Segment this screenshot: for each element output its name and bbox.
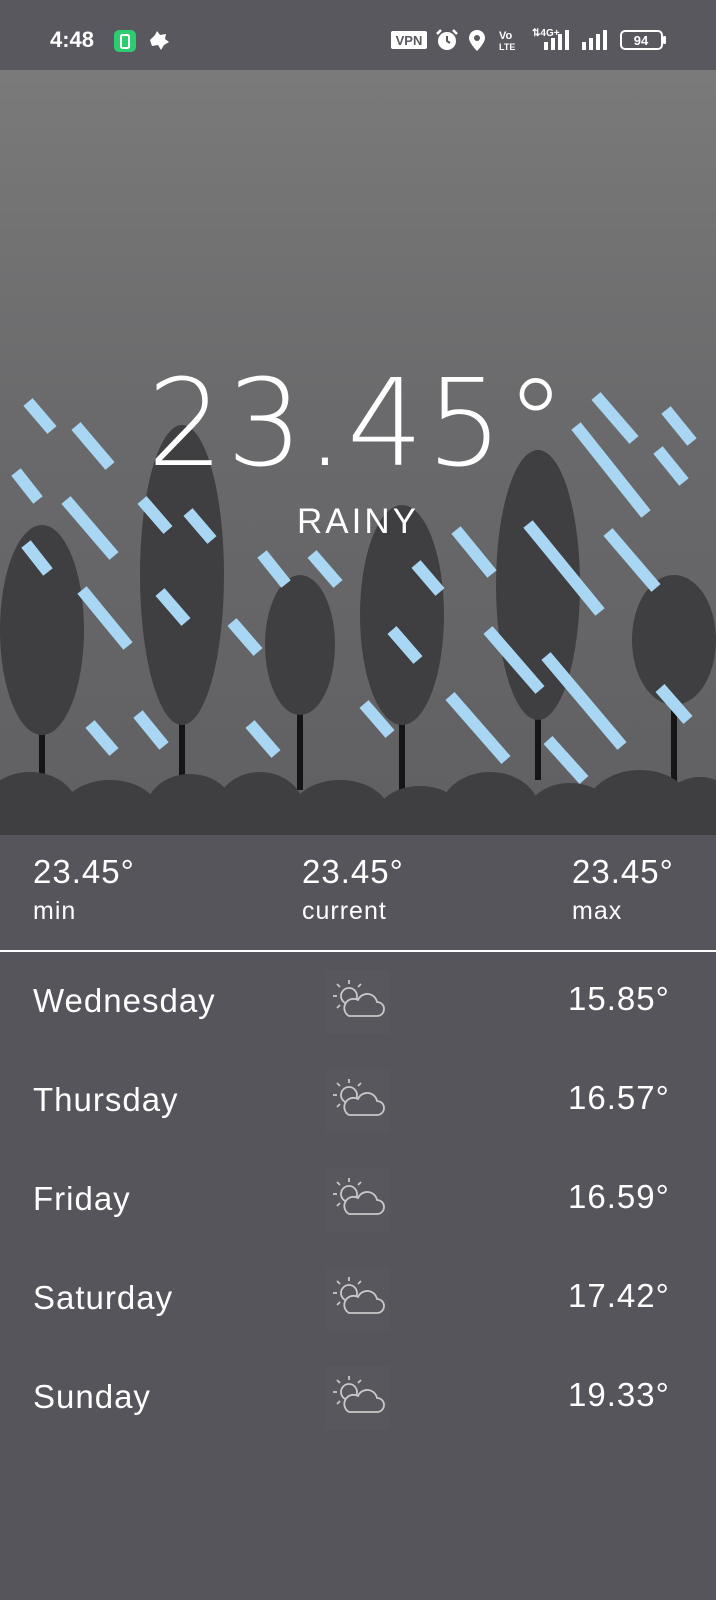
summary-max: 23.45° max — [572, 853, 674, 926]
summary-current: 23.45° current — [302, 853, 404, 926]
svg-text:⇅4G+: ⇅4G+ — [532, 28, 560, 39]
signal-4g-icon: ⇅4G+ — [532, 28, 569, 50]
current-label: current — [302, 897, 387, 925]
forecast-temperature: 17.42° — [568, 1277, 670, 1314]
forecast-temperature: 16.59° — [568, 1178, 670, 1215]
forecast-day: Friday — [33, 1180, 131, 1217]
forecast-row: Saturday 17.42° — [0, 1249, 716, 1348]
forecast-temperature: 16.57° — [568, 1079, 670, 1116]
current-temperature: 23.45° — [147, 355, 569, 494]
temperature-summary: 23.45° min 23.45° current 23.45° max — [0, 835, 716, 952]
forecast-day: Thursday — [33, 1081, 179, 1118]
status-bar: 4:48 VPN Vo LTE ⇅4G+ 94 — [0, 0, 716, 70]
status-time: 4:48 — [50, 27, 95, 52]
alarm-icon — [436, 29, 458, 50]
svg-text:LTE: LTE — [499, 42, 515, 52]
vpn-icon: VPN — [391, 31, 427, 49]
min-temperature: 23.45° — [33, 853, 135, 890]
forecast-row: Wednesday 15.85° — [0, 952, 716, 1051]
svg-text:VPN: VPN — [396, 33, 423, 48]
weather-condition: RAINY — [297, 502, 419, 541]
forecast-day: Sunday — [33, 1378, 151, 1415]
notification-icon — [150, 31, 169, 50]
volte-icon: Vo LTE — [499, 30, 515, 52]
svg-text:Vo: Vo — [499, 30, 513, 42]
weather-hero: 23.45° RAINY — [0, 70, 716, 835]
partly-cloudy-icon — [325, 1267, 389, 1331]
forecast-temperature: 15.85° — [568, 980, 670, 1017]
forecast-row: Friday 16.59° — [0, 1150, 716, 1249]
forecast-list: Wednesday 15.85° Thursday 16.57° Friday … — [0, 952, 716, 1447]
partly-cloudy-icon — [325, 970, 389, 1034]
forecast-day: Saturday — [33, 1279, 174, 1316]
summary-min: 23.45° min — [33, 853, 135, 926]
signal-icon — [582, 30, 607, 50]
partly-cloudy-icon — [325, 1069, 389, 1133]
forecast-row: Sunday 19.33° — [0, 1348, 716, 1447]
svg-text:94: 94 — [634, 33, 649, 48]
forecast-temperature: 19.33° — [568, 1376, 670, 1413]
max-temperature: 23.45° — [572, 853, 674, 890]
battery-icon: 94 — [620, 30, 666, 50]
current-temperature-small: 23.45° — [302, 853, 404, 890]
partly-cloudy-icon — [325, 1168, 389, 1232]
location-icon — [469, 30, 485, 51]
partly-cloudy-icon — [325, 1366, 389, 1430]
forecast-row: Thursday 16.57° — [0, 1051, 716, 1150]
forecast-day: Wednesday — [33, 982, 216, 1019]
max-label: max — [572, 897, 623, 925]
min-label: min — [33, 897, 77, 925]
battery-saver-icon — [114, 30, 136, 52]
